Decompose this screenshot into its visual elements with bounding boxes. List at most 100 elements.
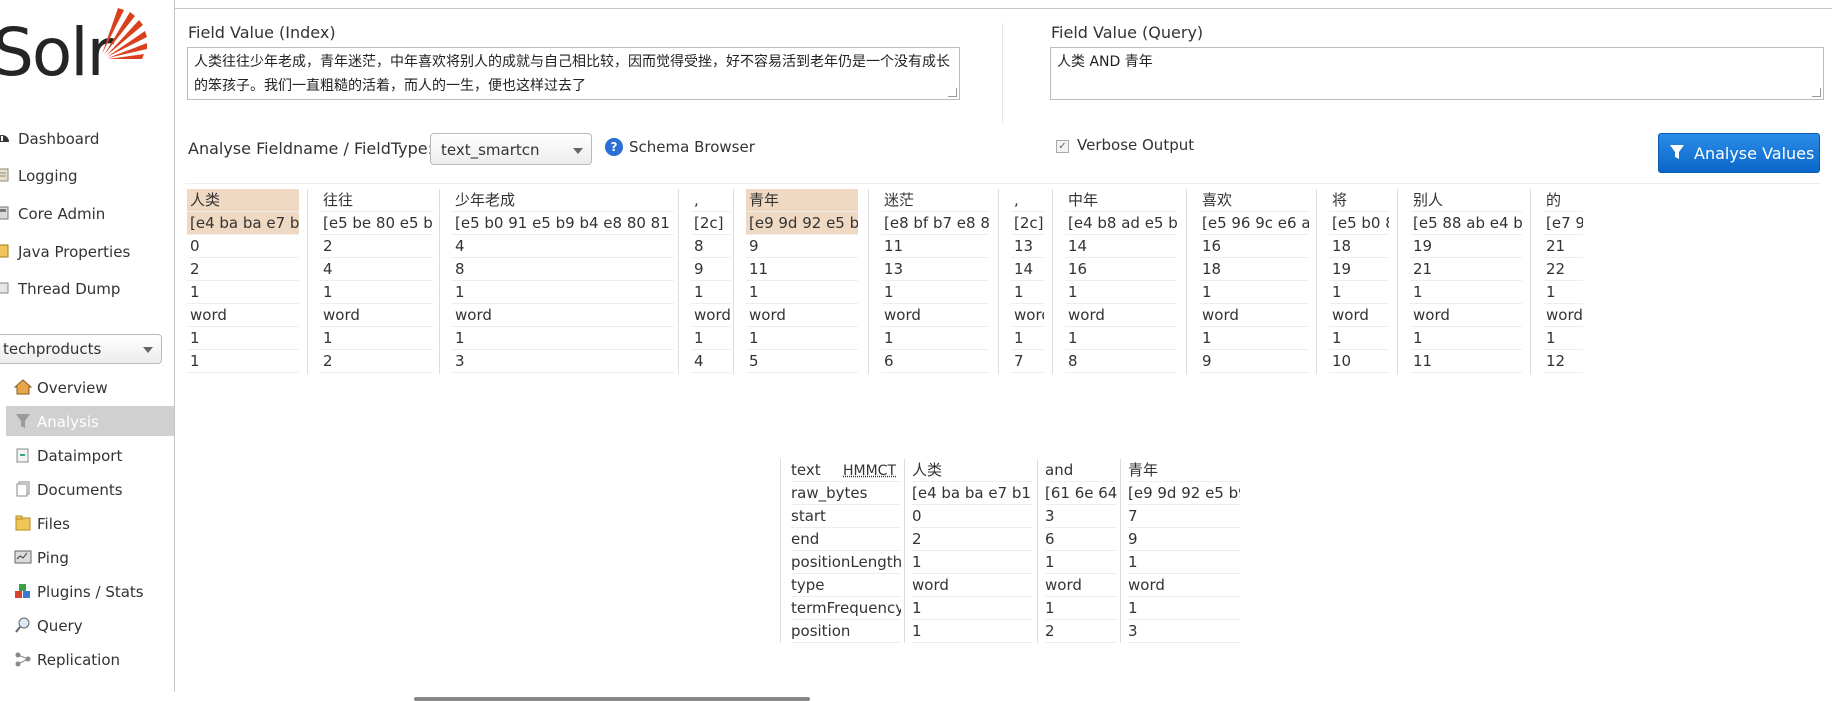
token-column: 别人[e5 88 ab e4 ba ba]19211word111 [1410,189,1522,374]
query-token-cell: 1 [912,597,1032,620]
token-column: 的 [e7 9 21 22 1 word 1 12 [1543,189,1583,374]
chevron-down-icon [573,148,583,154]
token-tf-cell: 1 [881,327,989,350]
core-nav-plugins-stats[interactable]: Plugins / Stats [0,576,174,606]
token-end-cell: 9 [691,258,731,281]
dashboard-icon [0,135,9,142]
divider [185,183,1820,184]
token-text-cell: 的 [1543,189,1583,212]
token-type-cell: word [452,304,674,327]
column-divider [1120,459,1121,643]
resize-grip-icon[interactable] [1812,88,1821,97]
attribute-name-cell: positionLength [791,551,901,574]
core-nav-analysis[interactable]: Analysis [6,406,174,436]
sidebar-item-core-admin[interactable]: Core Admin [0,199,174,229]
solr-sun-icon [102,8,147,59]
column-divider [1052,189,1053,374]
sidebar-item-java-properties[interactable]: Java Properties [0,237,174,267]
query-field-value[interactable]: 人类 AND 青年 [1050,47,1824,100]
token-posLen-cell: 1 [452,281,674,304]
sidebar-item-thread-dump[interactable]: Thread Dump [0,274,174,304]
column-divider [307,189,308,374]
thread-dump-icon [0,282,9,294]
fieldtype-label: Analyse Fieldname / FieldType: [188,139,434,158]
token-type-cell: word [1011,304,1044,327]
query-field-label: Field Value (Query) [1051,23,1204,42]
core-nav-label: Replication [37,651,121,669]
column-divider [780,459,781,643]
core-nav-documents[interactable]: Documents [0,474,174,504]
core-nav-label: Query [37,617,83,635]
query-token-cell: word [1045,574,1117,597]
token-text-cell: 中年 [1065,189,1177,212]
core-nav-ping[interactable]: Ping [0,542,174,572]
schema-browser-link[interactable]: Schema Browser [629,138,755,156]
sidebar-item-dashboard[interactable]: Dashboard [0,124,174,154]
token-column: , [2c] 8 9 1 word 1 4 [691,189,731,374]
token-text-cell: 少年老成 [452,189,674,212]
files-icon [15,515,31,531]
token-start-cell: 8 [691,235,731,258]
token-type-cell: word [881,304,989,327]
token-pos-cell: 6 [881,350,989,373]
token-type-cell: word [1410,304,1522,327]
token-start-cell: 2 [320,235,433,258]
token-type-cell: word [320,304,433,327]
core-nav-label: Ping [37,549,69,567]
query-token-cell: 3 [1128,620,1240,643]
column-divider [1397,189,1398,374]
token-end-cell: 19 [1329,258,1389,281]
overview-icon [14,379,32,395]
core-nav-label: Plugins / Stats [37,583,144,601]
sidebar-item-label: Thread Dump [18,280,121,298]
query-token-cell: 1 [1045,551,1117,574]
token-column: 往往[e5 be 80 e5 be 80]241word12 [320,189,433,374]
core-admin-icon [0,206,9,220]
analyse-values-button[interactable]: Analyse Values [1658,133,1820,173]
sidebar: Solr Dashboard Logging Core Admin Java P… [0,0,175,692]
token-type-cell: word [1329,304,1389,327]
token-text-cell: 往往 [320,189,433,212]
core-nav-label: Documents [37,481,123,499]
token-raw-cell: [e4 b8 ad e5 b9 b4] [1065,212,1177,235]
index-field-value[interactable]: 人类往往少年老成，青年迷茫，中年喜欢将别人的成就与自己相比较，因而觉得受挫，好不… [187,47,960,100]
token-column: 迷茫[e8 bf b7 e8 8c ab]11131word16 [881,189,989,374]
token-text-cell: 喜欢 [1199,189,1309,212]
solr-logo[interactable]: Solr [0,0,174,110]
core-selector[interactable]: techproducts [0,334,162,364]
analysis-panel: Field Value (Index) 人类往往少年老成，青年迷茫，中年喜欢将别… [175,8,1832,701]
core-nav-overview[interactable]: Overview [0,372,174,402]
verbose-output-checkbox[interactable]: ✓ [1056,140,1069,153]
token-tf-cell: 1 [1011,327,1044,350]
token-end-cell: 13 [881,258,989,281]
core-nav-dataimport[interactable]: Dataimport [0,440,174,470]
token-tf-cell: 1 [691,327,731,350]
token-raw-cell: [e8 bf b7 e8 8c ab] [881,212,989,235]
help-icon[interactable]: ? [605,138,623,156]
sidebar-item-logging[interactable]: Logging [0,161,174,191]
token-raw-cell: [e4 ba ba e7 b1 bb] [187,212,299,235]
token-raw-cell: [e5 88 ab e4 ba ba] [1410,212,1522,235]
query-token-cell: [e4 ba ba e7 b1 bb] [912,482,1032,505]
horizontal-scrollbar[interactable] [414,697,810,701]
token-end-cell: 8 [452,258,674,281]
core-nav-files[interactable]: Files [0,508,174,538]
replication-icon [15,652,31,667]
token-end-cell: 22 [1543,258,1583,281]
query-token-cell: 1 [1045,597,1117,620]
token-pos-cell: 7 [1011,350,1044,373]
token-posLen-cell: 1 [1199,281,1309,304]
fieldtype-select[interactable]: text_smartcn [430,133,592,165]
token-end-cell: 11 [746,258,858,281]
core-nav-query[interactable]: Query [0,610,174,640]
resize-grip-icon[interactable] [948,88,957,97]
core-nav-label: Analysis [37,413,99,431]
core-nav-replication[interactable]: Replication [0,644,174,674]
token-start-cell: 18 [1329,235,1389,258]
token-posLen-cell: 1 [1329,281,1389,304]
attribute-name-cell: termFrequency [791,597,901,620]
token-tf-cell: 1 [1543,327,1583,350]
ping-icon [14,550,32,564]
token-posLen-cell: 1 [1065,281,1177,304]
query-token-cell: word [912,574,1032,597]
